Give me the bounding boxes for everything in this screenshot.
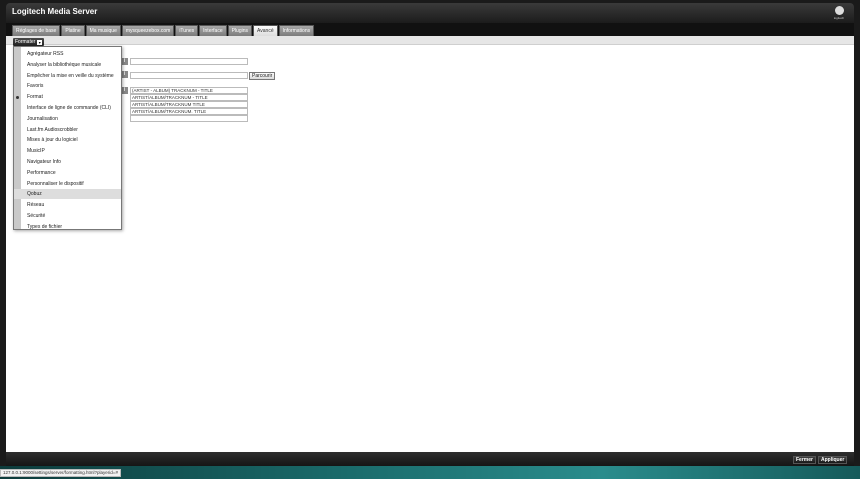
menu-item-software-updates[interactable]: Mises à jour du logiciel [14,135,121,145]
settings-tabs: Réglages de base Platine Ma musique mysq… [12,25,315,36]
window-footer: Fermer Appliquer [6,452,854,466]
settings-content: Formater ▾ i i Parcourir i (ARTIST - ALB… [6,36,854,452]
tab-basic-settings[interactable]: Réglages de base [12,25,61,36]
menu-item-cli[interactable]: Interface de ligne de commande (CLI) [14,103,121,113]
menu-item-prevent-sleep[interactable]: Empêcher la mise en veille du système [14,71,121,81]
menu-item-lastfm[interactable]: Last.fm Audioscrobbler [14,125,121,135]
window-header: Logitech Media Server logitech [6,3,854,23]
section-dropdown-menu: Agrégateur RSS Analyser la bibliothèque … [13,46,122,230]
menu-item-info-browser[interactable]: Navigateur Info [14,157,121,167]
menu-item-network[interactable]: Réseau [14,200,121,210]
menu-item-customize-device[interactable]: Personnaliser le dispositif [14,179,121,189]
tab-mysqueezebox[interactable]: mysqueezebox.com [121,25,175,36]
folder-path-field[interactable] [130,72,248,79]
menu-item-format[interactable]: Format [14,92,121,102]
tab-plugins[interactable]: Plugins [227,25,253,36]
text-field-1[interactable] [130,58,248,65]
info-icon[interactable]: i [121,87,128,94]
section-bar [6,36,854,45]
selected-radio-icon [16,96,19,99]
menu-item-performance[interactable]: Performance [14,168,121,178]
menu-item-scan-library[interactable]: Analyser la bibliothèque musicale [14,60,121,70]
section-select[interactable]: Formater ▾ [13,38,45,46]
menu-item-qobuz[interactable]: Qobuz [14,189,121,199]
format-field-3[interactable]: ARTIST/ALBUM/TRACKNUM TITLE [130,101,248,108]
tab-my-music[interactable]: Ma musique [85,25,121,36]
menu-item-security[interactable]: Sécurité [14,211,121,221]
close-button[interactable]: Fermer [793,456,816,464]
logitech-logo-icon: logitech [832,6,846,21]
menu-item-file-types[interactable]: Types de fichier [14,222,121,232]
format-field-1[interactable]: (ARTIST - ALBUM) TRACKNUM - TITLE [130,87,248,94]
desktop-taskbar-strip [0,466,860,479]
menu-item-favorites[interactable]: Favoris [14,81,121,91]
status-bar-url: 127.0.0.1:9000/settings/server/formattin… [0,469,121,477]
chevron-down-icon: ▾ [37,39,43,45]
format-field-2[interactable]: ARTIST/ALBUM/TRACKNUM - TITLE [130,94,248,101]
app-title: Logitech Media Server [12,7,98,16]
info-icon[interactable]: i [121,71,128,78]
tab-advanced[interactable]: Avancé [253,25,278,36]
menu-item-logging[interactable]: Journalisation [14,114,121,124]
format-field-4[interactable]: ARTIST/ALBUM/TRACKNUM. TITLE [130,108,248,115]
tab-interface[interactable]: Interface [199,25,227,36]
tab-itunes[interactable]: iTunes [175,25,199,36]
menu-item-rss[interactable]: Agrégateur RSS [14,49,121,59]
settings-window: Logitech Media Server logitech Réglages … [6,3,854,466]
apply-button[interactable]: Appliquer [818,456,848,464]
tab-information[interactable]: Informations [278,25,315,36]
browse-button[interactable]: Parcourir [249,72,276,80]
info-icon[interactable]: i [121,58,128,65]
menu-item-musicip[interactable]: MusicIP [14,146,121,156]
format-field-5[interactable] [130,115,248,122]
tab-player[interactable]: Platine [61,25,85,36]
